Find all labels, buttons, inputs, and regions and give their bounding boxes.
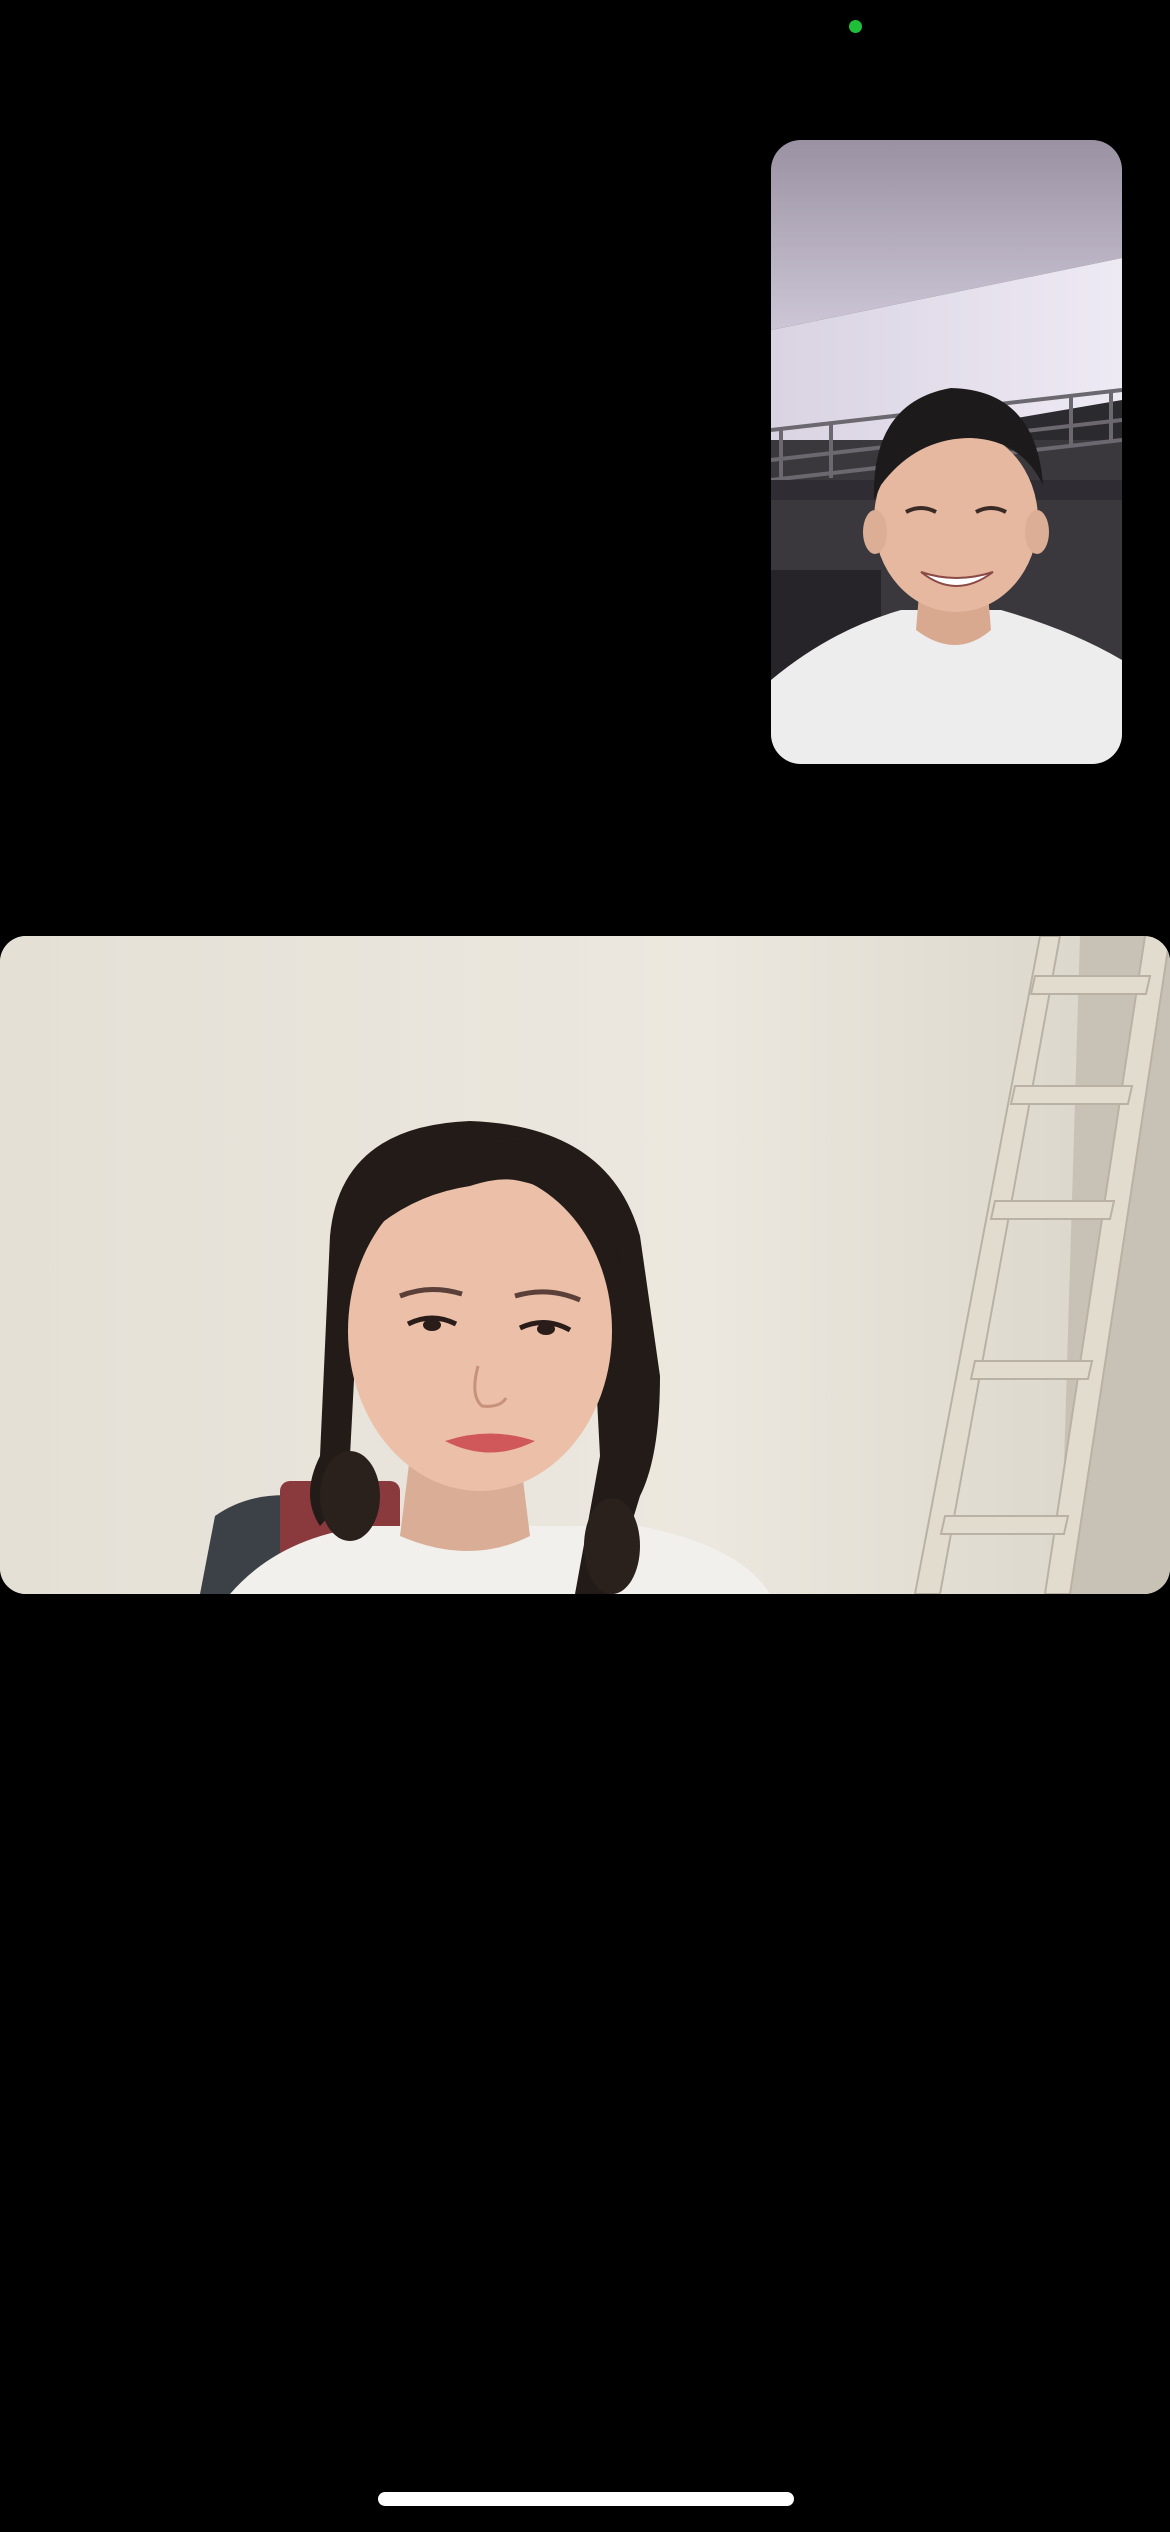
- remote-participant-video[interactable]: [0, 936, 1170, 1594]
- home-indicator[interactable]: [378, 2492, 794, 2506]
- remote-view-frame: [0, 936, 1170, 1594]
- camera-indicator-icon: [849, 20, 862, 33]
- self-view-video[interactable]: [771, 140, 1122, 764]
- self-view-frame: [771, 140, 1122, 764]
